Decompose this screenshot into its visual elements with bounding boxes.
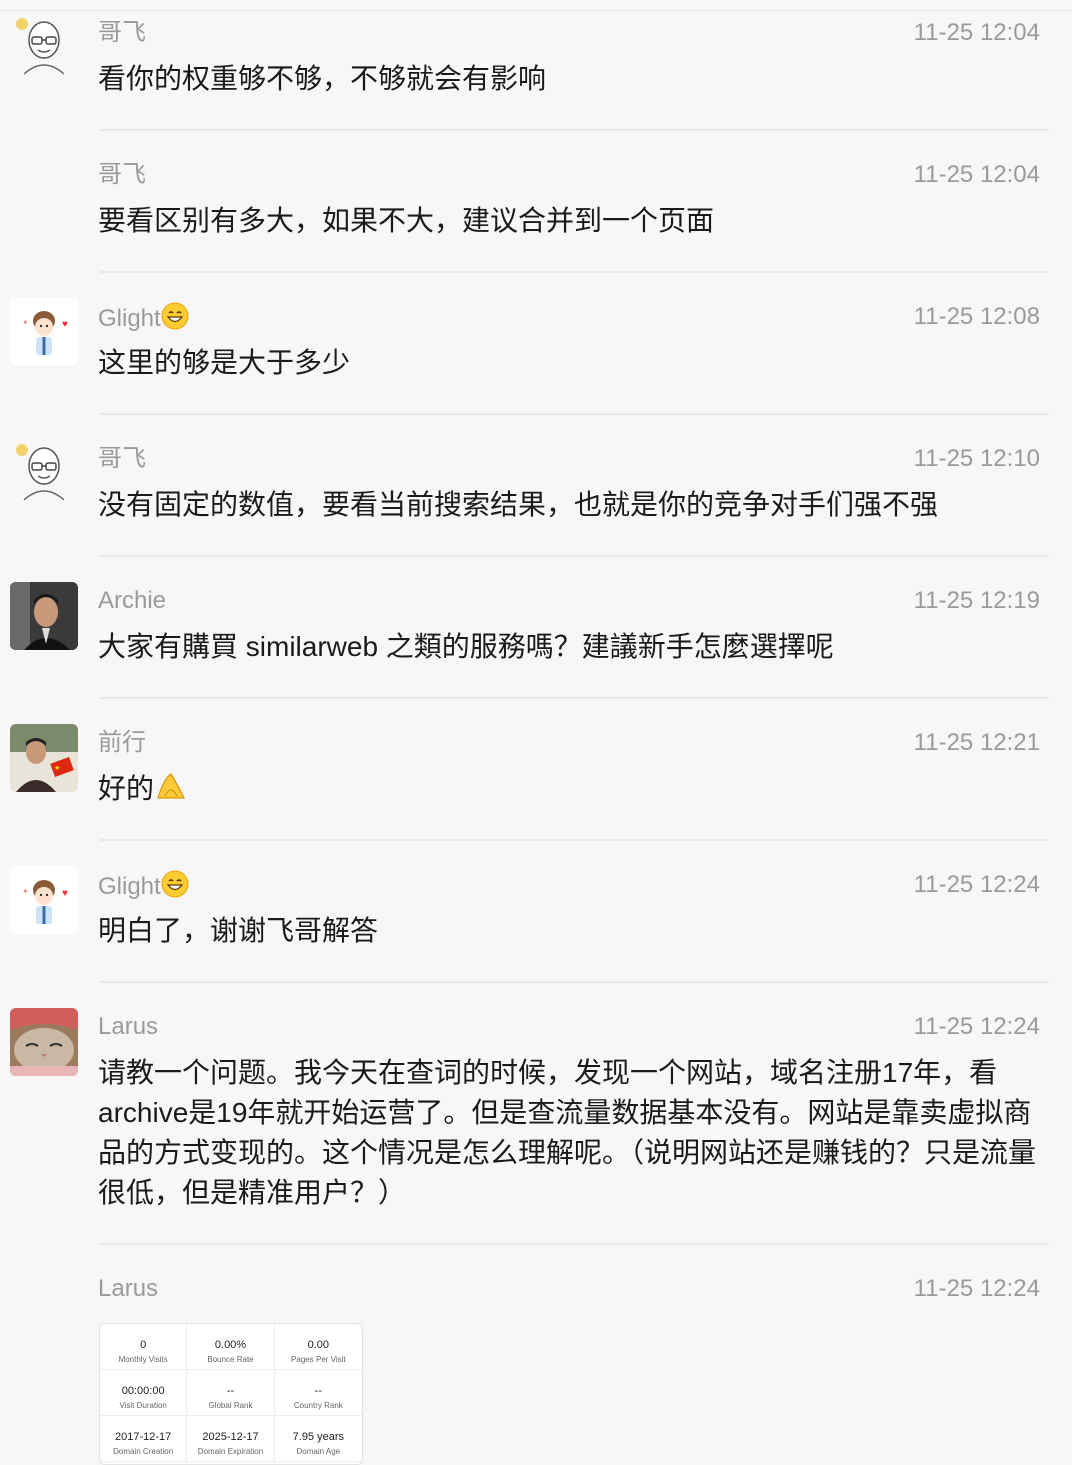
stat-domain-expiration: 2025-12-17 Domain Expiration <box>187 1416 275 1462</box>
stat-label: Global Rank <box>208 1401 253 1410</box>
ok-hand-emoji-icon <box>154 770 188 813</box>
stat-bounce-rate: 0.00% Bounce Rate <box>187 1324 275 1370</box>
grin-emoji-icon <box>161 870 189 906</box>
stat-label: Visit Duration <box>119 1401 167 1410</box>
stat-label: Pages Per Visit <box>291 1355 346 1364</box>
stat-value: 2017-12-17 <box>115 1431 172 1443</box>
stat-country-rank: -- Country Rank <box>274 1370 362 1416</box>
stat-domain-age: 7.95 years Domain Age <box>274 1416 362 1462</box>
message-text: 大家有購買 similarweb 之類的服務嗎？建議新手怎麼選擇呢 <box>98 631 834 662</box>
message-divider <box>100 129 1049 131</box>
stat-monthly-visits: 0 Monthly Visits <box>100 1324 188 1370</box>
stat-label: Bounce Rate <box>207 1355 254 1364</box>
message-text: 这里的够是大于多少 <box>98 347 351 378</box>
message-time: 11-25 12:24 <box>913 1275 1040 1302</box>
message-time: 11-25 12:08 <box>913 303 1040 330</box>
message-text: 要看区别有多大，如果不大，建议合并到一个页面 <box>98 205 715 236</box>
top-divider <box>0 10 1072 11</box>
sender-name[interactable]: Archie <box>98 586 166 616</box>
stat-pages-per-visit: 0.00 Pages Per Visit <box>274 1324 362 1370</box>
stat-value: 0.00% <box>214 1339 247 1351</box>
stat-label: Country Rank <box>293 1401 343 1410</box>
message-divider <box>100 981 1049 983</box>
avatar-photo-flag[interactable]: ★ <box>10 724 78 792</box>
stat-label: Domain Age <box>296 1447 341 1456</box>
message-text-content: 好的 <box>98 773 155 804</box>
message-text: 没有固定的数值，要看当前搜索结果，也就是你的竞争对手们强不强 <box>98 489 939 520</box>
svg-text:✦: ✦ <box>22 318 29 327</box>
message-text: 请教一个问题。我今天在查词的时候，发现一个网站，域名注册17年，看archive… <box>98 1057 1037 1208</box>
sender-name[interactable]: 哥飞 <box>98 160 146 190</box>
message-divider <box>100 413 1049 415</box>
sender-name[interactable]: Larus <box>98 1012 158 1042</box>
message-time: 11-25 12:24 <box>913 1013 1040 1040</box>
svg-text:✦: ✦ <box>22 887 29 896</box>
grin-emoji-icon <box>161 302 189 338</box>
message-time: 11-25 12:10 <box>913 445 1040 472</box>
message-divider <box>100 555 1049 557</box>
svg-text:♥: ♥ <box>62 319 68 330</box>
svg-text:♥: ♥ <box>62 888 68 899</box>
sender-name[interactable]: Glight <box>98 870 189 906</box>
stat-visit-duration: 00:00:00 Visit Duration <box>100 1370 188 1416</box>
stats-image-card[interactable]: 0 Monthly Visits 0.00% Bounce Rate 0.00 … <box>99 1323 363 1465</box>
message-text: 明白了，谢谢飞哥解答 <box>98 915 379 946</box>
stat-value: -- <box>314 1385 322 1397</box>
stat-label: Monthly Visits <box>118 1355 168 1364</box>
sender-name[interactable]: 哥飞 <box>98 18 146 48</box>
stats-grid: 0 Monthly Visits 0.00% Bounce Rate 0.00 … <box>100 1324 362 1462</box>
stat-label: Domain Expiration <box>197 1447 264 1456</box>
stat-global-rank: -- Global Rank <box>187 1370 275 1416</box>
stat-value: 0 <box>140 1339 147 1351</box>
stat-value: 7.95 years <box>292 1431 345 1443</box>
svg-text:★: ★ <box>54 764 60 772</box>
stat-label: Domain Creation <box>113 1447 174 1456</box>
message-time: 11-25 12:04 <box>913 19 1040 46</box>
avatar-bald-glasses[interactable] <box>10 12 78 80</box>
message-time: 11-25 12:24 <box>913 871 1040 898</box>
stat-value: 00:00:00 <box>121 1385 165 1397</box>
sender-name[interactable]: Glight <box>98 302 189 338</box>
avatar-cartoon-boy[interactable]: ♥ ✦ <box>10 297 78 365</box>
stat-value: -- <box>226 1385 235 1397</box>
message-time: 11-25 12:21 <box>913 729 1040 756</box>
sender-name[interactable]: 前行 <box>98 728 146 758</box>
message-divider <box>100 839 1049 841</box>
message-text: 看你的权重够不够，不够就会有影响 <box>98 63 547 94</box>
avatar-photo-archie[interactable] <box>10 582 78 650</box>
message-time: 11-25 12:19 <box>913 587 1040 614</box>
sender-name[interactable]: Larus <box>98 1274 158 1304</box>
message-text: 好的 <box>98 769 1053 813</box>
message-divider <box>100 1243 1049 1245</box>
message-time: 11-25 12:04 <box>913 161 1040 188</box>
sender-name[interactable]: 哥飞 <box>98 444 146 474</box>
avatar-bald-glasses[interactable] <box>10 438 78 506</box>
sender-name-text: Glight <box>98 873 161 900</box>
message-divider <box>100 697 1049 699</box>
stat-value: 2025-12-17 <box>202 1431 259 1443</box>
avatar-cat[interactable] <box>10 1008 78 1076</box>
sender-name-text: Glight <box>98 305 161 332</box>
avatar-cartoon-boy[interactable]: ♥ ✦ <box>10 866 78 934</box>
stat-domain-creation: 2017-12-17 Domain Creation <box>100 1416 188 1462</box>
message-divider <box>100 271 1049 273</box>
stat-value: 0.00 <box>307 1339 330 1351</box>
